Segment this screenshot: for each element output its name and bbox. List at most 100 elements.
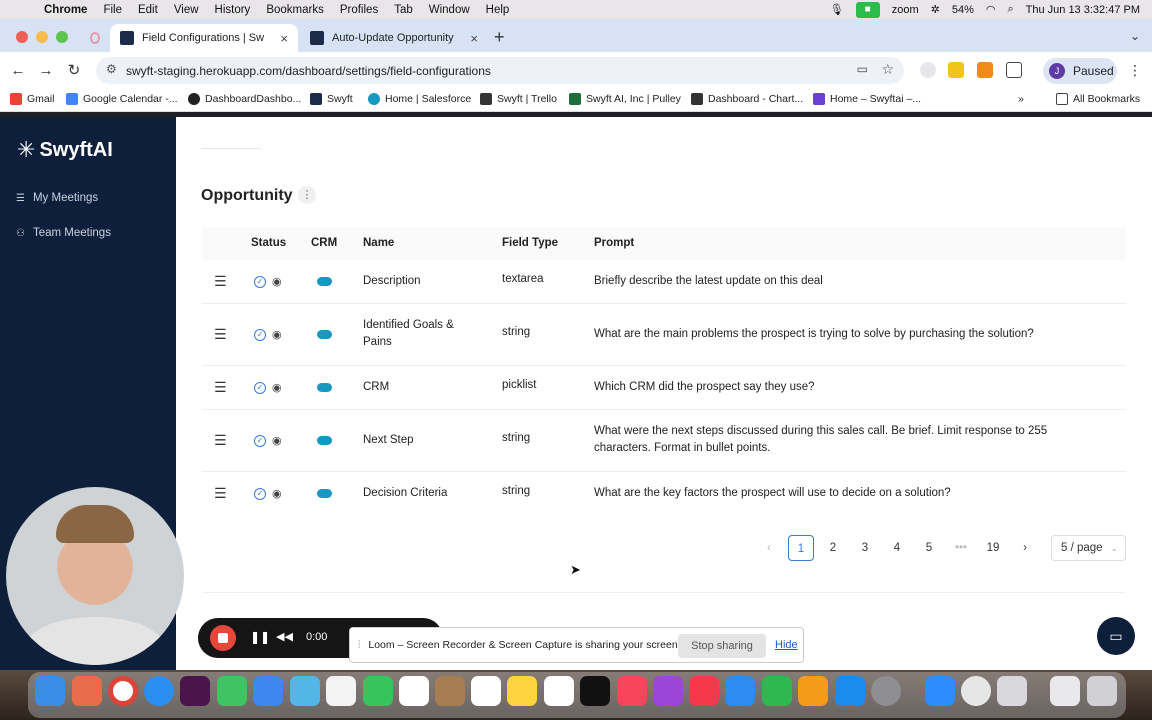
- tab-search-chevron-icon[interactable]: ⌄: [1130, 29, 1140, 43]
- chrome-menu-icon[interactable]: ⋮: [1128, 62, 1142, 79]
- tab-auto-update[interactable]: Auto-Update Opportunity in C ×: [300, 24, 488, 52]
- zoom-app-icon[interactable]: [925, 676, 955, 706]
- table-row[interactable]: ☰ ✓ ◉ Decision Criteria string What are t…: [202, 472, 1126, 516]
- zoom-menu-label[interactable]: zoom: [892, 4, 919, 16]
- drag-grip-icon[interactable]: ⦙: [358, 639, 360, 652]
- table-row[interactable]: ☰ ✓ ◉ Identified Goals & Pains string Wha…: [202, 304, 1126, 366]
- extension-icon[interactable]: [977, 62, 993, 78]
- extensions-puzzle-icon[interactable]: [1006, 62, 1022, 78]
- sidebar-item-team-meetings[interactable]: ⚇ Team Meetings: [16, 227, 111, 239]
- finder-icon[interactable]: [35, 676, 65, 706]
- bookmark-chart[interactable]: Dashboard - Chart...: [691, 93, 803, 105]
- menu-edit[interactable]: Edit: [138, 4, 158, 16]
- all-bookmarks[interactable]: All Bookmarks: [1056, 93, 1140, 105]
- menu-file[interactable]: File: [103, 4, 122, 16]
- check-circle-icon[interactable]: ✓: [254, 487, 266, 500]
- menu-history[interactable]: History: [215, 4, 251, 16]
- next-page-icon[interactable]: ›: [1012, 535, 1038, 561]
- bookmark-swyftai[interactable]: Home – Swyftai –...: [813, 93, 921, 105]
- pages-icon[interactable]: [798, 676, 828, 706]
- wifi-icon[interactable]: ◠: [986, 3, 996, 16]
- podcasts-icon[interactable]: [653, 676, 683, 706]
- bookmark-gmail[interactable]: Gmail: [10, 93, 54, 105]
- music-icon[interactable]: [617, 676, 647, 706]
- menu-tab[interactable]: Tab: [394, 4, 413, 16]
- site-info-icon[interactable]: ⚙: [106, 62, 117, 76]
- sidebar-item-my-meetings[interactable]: ☰ My Meetings: [16, 192, 98, 204]
- cast-icon[interactable]: ▭: [857, 62, 868, 76]
- video-icon[interactable]: ■: [855, 1, 880, 18]
- tv-icon[interactable]: [580, 676, 610, 706]
- bookmark-star-icon[interactable]: ☆: [881, 61, 894, 78]
- section-options-icon[interactable]: ⋮: [298, 186, 316, 204]
- eye-icon[interactable]: ◉: [272, 381, 282, 394]
- bluetooth-icon[interactable]: ✲: [931, 3, 940, 16]
- downloads-icon[interactable]: [1050, 676, 1080, 706]
- maximize-window-icon[interactable]: [56, 31, 68, 43]
- close-window-icon[interactable]: [16, 31, 28, 43]
- reminders-icon[interactable]: [471, 676, 501, 706]
- maps-icon[interactable]: [290, 676, 320, 706]
- page-size-select[interactable]: 5 / page ⌄: [1051, 535, 1126, 561]
- hide-button[interactable]: Hide: [775, 639, 798, 651]
- drag-handle-icon[interactable]: ☰: [214, 273, 227, 290]
- profile-button[interactable]: J Paused: [1043, 58, 1117, 84]
- table-row[interactable]: ☰ ✓ ◉ Next Step string What were the next…: [202, 410, 1126, 472]
- menu-profiles[interactable]: Profiles: [340, 4, 378, 16]
- forward-icon[interactable]: →: [32, 62, 60, 79]
- loom-app-icon[interactable]: [961, 676, 991, 706]
- check-circle-icon[interactable]: ✓: [254, 328, 266, 341]
- news-icon[interactable]: [689, 676, 719, 706]
- bookmark-dashboard[interactable]: DashboardDashbo...: [188, 93, 301, 105]
- preview-icon[interactable]: [997, 676, 1027, 706]
- chat-support-icon[interactable]: ▭: [1097, 617, 1135, 655]
- calendar-icon[interactable]: [399, 676, 429, 706]
- stop-sharing-button[interactable]: Stop sharing: [678, 634, 766, 658]
- app-store-icon[interactable]: [835, 676, 865, 706]
- menu-view[interactable]: View: [174, 4, 199, 16]
- stop-recording-icon[interactable]: [210, 625, 236, 651]
- drag-handle-icon[interactable]: ☰: [214, 379, 227, 396]
- bookmark-pulley[interactable]: Swyft AI, Inc | Pulley: [569, 93, 681, 105]
- system-settings-icon[interactable]: [871, 676, 901, 706]
- search-icon[interactable]: ⌕: [1007, 3, 1013, 16]
- menu-app-name[interactable]: Chrome: [44, 4, 87, 16]
- new-tab-icon[interactable]: +: [494, 27, 505, 48]
- photos-icon[interactable]: [326, 676, 356, 706]
- page-2[interactable]: 2: [820, 535, 846, 561]
- facetime-icon[interactable]: [363, 676, 393, 706]
- swyftai-logo[interactable]: ✳ SwyftAI: [17, 137, 113, 163]
- bookmark-salesforce[interactable]: Home | Salesforce: [368, 93, 471, 105]
- tab-field-configurations[interactable]: Field Configurations | Swyft ×: [110, 24, 298, 52]
- back-icon[interactable]: ←: [4, 62, 32, 79]
- eye-icon[interactable]: ◉: [272, 487, 282, 500]
- numbers-icon[interactable]: [762, 676, 792, 706]
- table-row[interactable]: ☰ ✓ ◉ Description textarea Briefly descri…: [202, 260, 1126, 304]
- keynote-icon[interactable]: [725, 676, 755, 706]
- menu-window[interactable]: Window: [429, 4, 470, 16]
- reload-icon[interactable]: ↻: [60, 61, 88, 79]
- bookmark-swyft[interactable]: Swyft: [310, 93, 353, 105]
- loom-webcam-bubble[interactable]: [6, 487, 184, 665]
- safari-icon[interactable]: [144, 676, 174, 706]
- drag-handle-icon[interactable]: ☰: [214, 485, 227, 502]
- contacts-icon[interactable]: [435, 676, 465, 706]
- extension-icon[interactable]: [920, 62, 936, 78]
- slack-icon[interactable]: [180, 676, 210, 706]
- pause-icon[interactable]: ❚❚: [250, 630, 270, 644]
- page-3[interactable]: 3: [852, 535, 878, 561]
- page-4[interactable]: 4: [884, 535, 910, 561]
- close-tab-icon[interactable]: ×: [470, 31, 478, 46]
- launchpad-icon[interactable]: [72, 676, 102, 706]
- page-5[interactable]: 5: [916, 535, 942, 561]
- close-tab-icon[interactable]: ×: [280, 31, 288, 46]
- eye-icon[interactable]: ◉: [272, 328, 282, 341]
- pinned-tab[interactable]: [80, 24, 110, 52]
- eye-icon[interactable]: ◉: [272, 434, 282, 447]
- microphone-icon[interactable]: 🎙: [830, 3, 844, 16]
- datetime[interactable]: Thu Jun 13 3:32:47 PM: [1026, 4, 1140, 16]
- check-circle-icon[interactable]: ✓: [254, 275, 266, 288]
- page-last[interactable]: 19: [980, 535, 1006, 561]
- drag-handle-icon[interactable]: ☰: [214, 326, 227, 343]
- page-1[interactable]: 1: [788, 535, 814, 561]
